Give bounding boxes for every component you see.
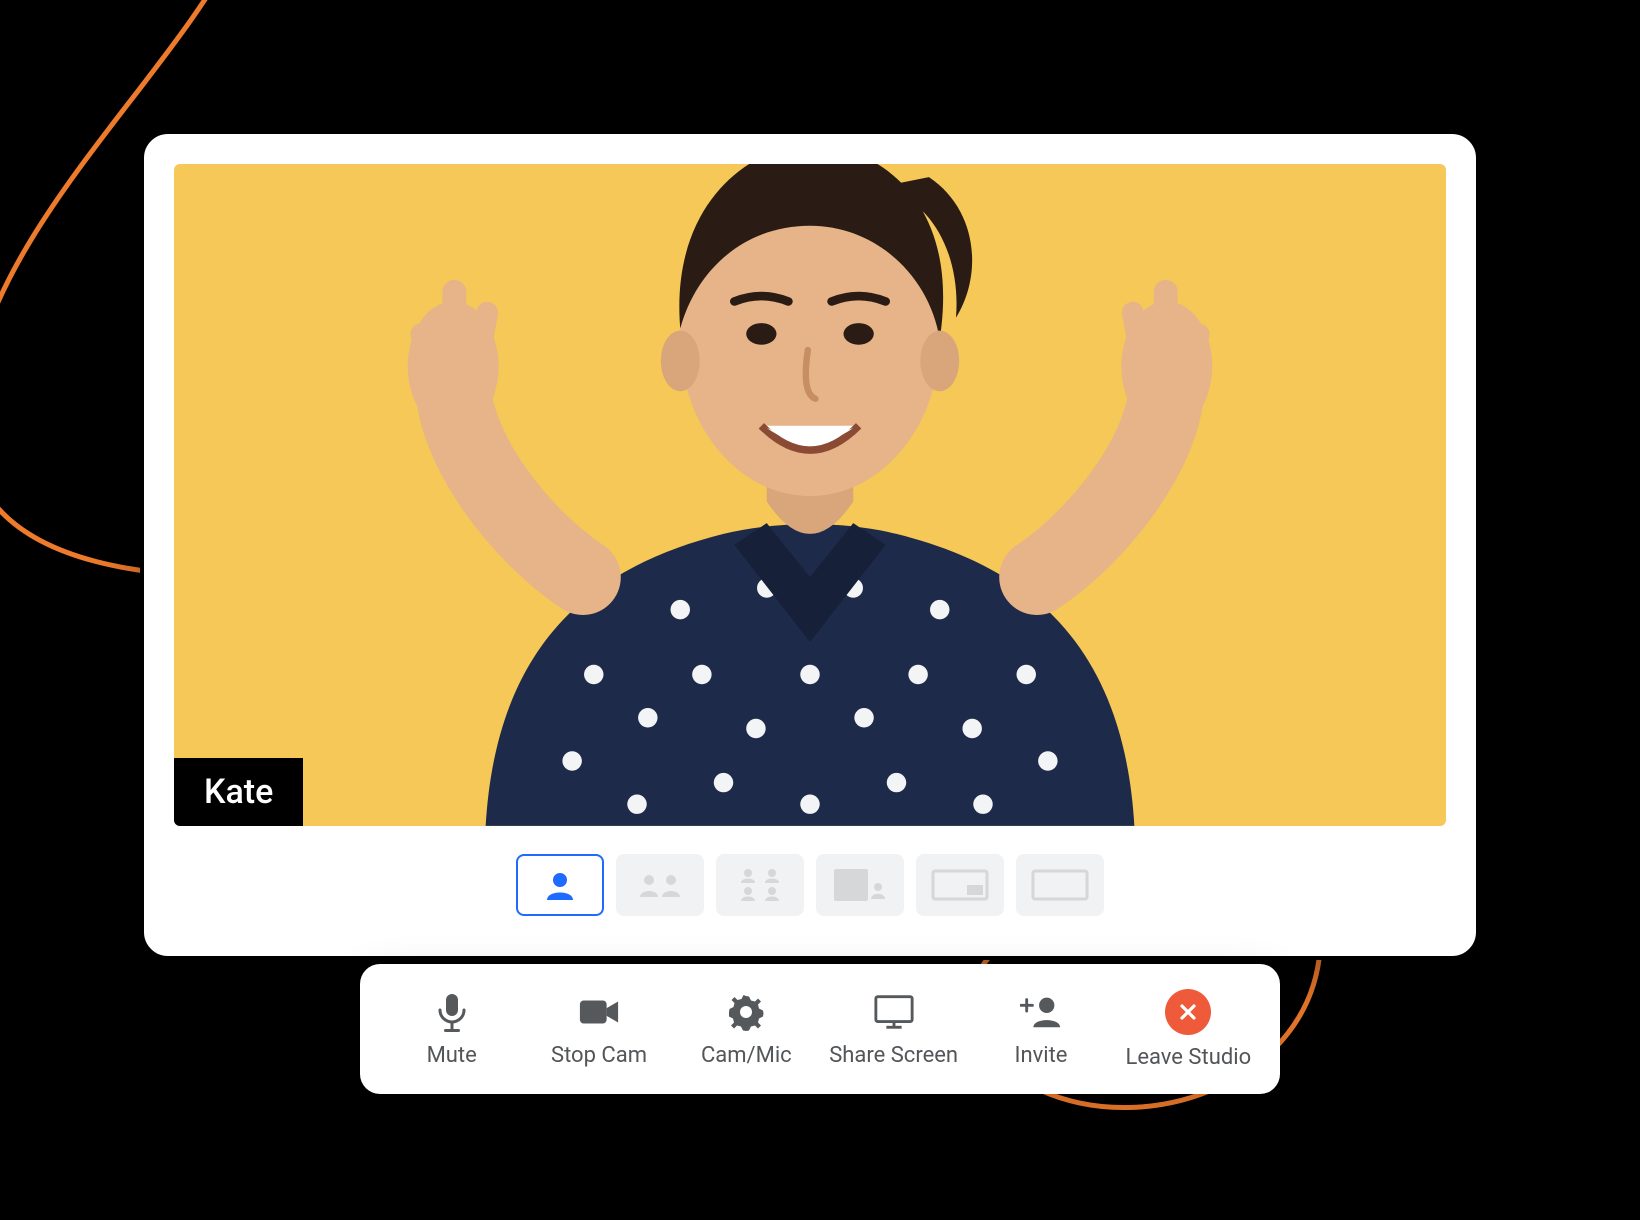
cam-mic-label: Cam/Mic [701, 1043, 792, 1068]
stop-cam-label: Stop Cam [551, 1043, 647, 1068]
participant-name: Kate [204, 772, 273, 812]
pip-icon [832, 867, 888, 903]
video-feed: Kate [174, 164, 1446, 826]
leave-label: Leave Studio [1125, 1045, 1251, 1070]
leave-studio-button[interactable]: Leave Studio [1115, 964, 1262, 1094]
microphone-icon [431, 991, 473, 1033]
fullscreen-icon [1031, 867, 1089, 903]
video-window: Kate [140, 130, 1480, 960]
mute-button[interactable]: Mute [378, 964, 525, 1094]
camera-icon [578, 991, 620, 1033]
layout-option-two[interactable] [616, 854, 704, 916]
mute-label: Mute [427, 1043, 477, 1068]
layout-option-screen-small[interactable] [916, 854, 1004, 916]
screen-small-icon [931, 867, 989, 903]
invite-label: Invite [1014, 1043, 1067, 1068]
participant-video [269, 164, 1350, 826]
close-icon [1165, 989, 1211, 1035]
gear-icon [725, 991, 767, 1033]
layout-option-grid[interactable] [716, 854, 804, 916]
layout-option-pip[interactable] [816, 854, 904, 916]
control-toolbar: Mute Stop Cam Cam/Mic Share Screen Invit… [360, 964, 1280, 1094]
layout-selector [174, 826, 1446, 926]
invite-button[interactable]: Invite [967, 964, 1114, 1094]
participant-name-chip: Kate [174, 758, 303, 826]
grid-persons-icon [735, 867, 785, 903]
layout-option-single[interactable] [516, 854, 604, 916]
stop-cam-button[interactable]: Stop Cam [525, 964, 672, 1094]
person-icon [543, 870, 577, 900]
two-persons-icon [635, 871, 685, 899]
layout-option-fullscreen[interactable] [1016, 854, 1104, 916]
cam-mic-button[interactable]: Cam/Mic [673, 964, 820, 1094]
monitor-icon [873, 991, 915, 1033]
share-screen-label: Share Screen [829, 1043, 958, 1068]
add-person-icon [1020, 991, 1062, 1033]
share-screen-button[interactable]: Share Screen [820, 964, 967, 1094]
